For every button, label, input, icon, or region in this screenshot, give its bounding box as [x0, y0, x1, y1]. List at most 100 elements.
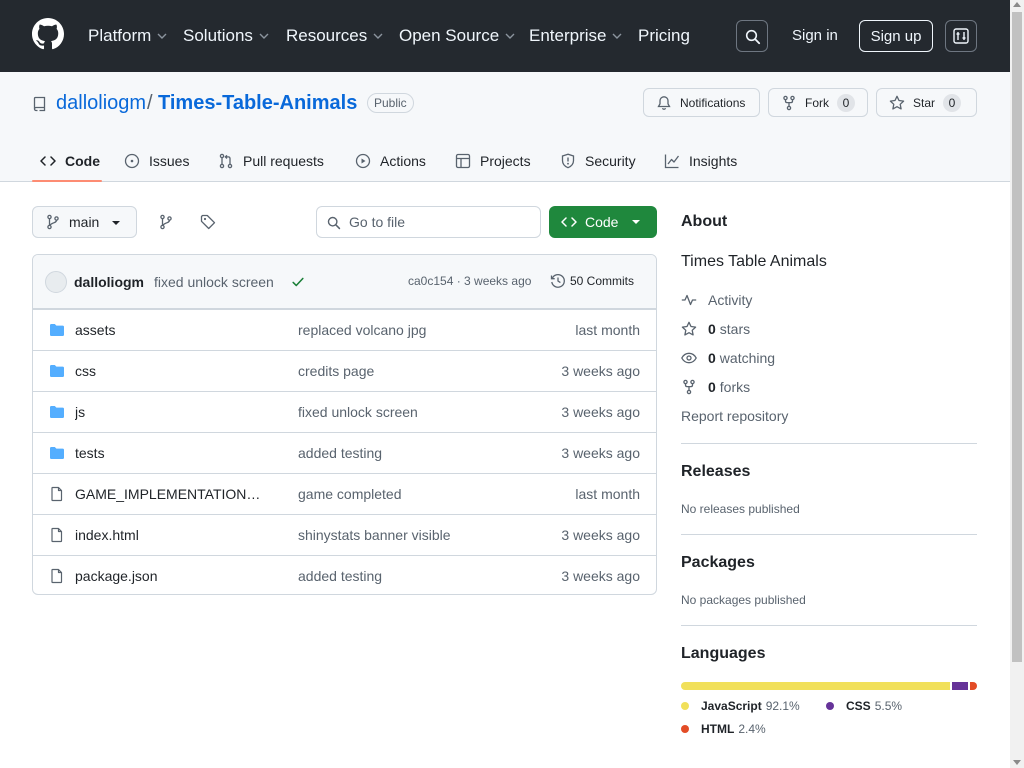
folder-icon-wrap	[49, 404, 65, 420]
file-commit-age: last month	[575, 322, 640, 338]
repo-name-link[interactable]: Times-Table-Animals	[158, 92, 357, 115]
scroll-down-arrow-icon[interactable]	[1013, 760, 1021, 765]
commit-message[interactable]: fixed unlock screen	[154, 274, 274, 290]
language-item[interactable]: JavaScript 92.1%	[681, 699, 800, 713]
watching-link[interactable]: 0 watching	[681, 350, 775, 366]
nav-solutions[interactable]: Solutions	[183, 26, 270, 46]
tab-insights[interactable]: Insights	[664, 140, 737, 182]
avatar[interactable]	[45, 271, 67, 293]
file-commit-message[interactable]: added testing	[298, 445, 382, 461]
sign-up-button[interactable]: Sign up	[859, 20, 933, 52]
forks-link[interactable]: 0 forks	[681, 379, 750, 395]
nav-platform[interactable]: Platform	[88, 26, 168, 46]
tab-security[interactable]: Security	[560, 140, 636, 182]
file-row[interactable]: tests added testing 3 weeks ago	[33, 432, 656, 473]
file-name[interactable]: css	[75, 363, 263, 379]
chevron-down-icon	[259, 33, 269, 39]
file-commit-message[interactable]: replaced volcano jpg	[298, 322, 426, 338]
file-name[interactable]: package.json	[75, 568, 263, 584]
file-row[interactable]: GAME_IMPLEMENTATION… game completed last m…	[33, 473, 656, 514]
file-commit-age: 3 weeks ago	[561, 445, 640, 461]
check-icon[interactable]	[291, 275, 305, 289]
notifications-button[interactable]: Notifications	[643, 88, 760, 117]
nav-open-source[interactable]: Open Source	[399, 26, 516, 46]
commit-hash-time[interactable]: ca0c154 · 3 weeks ago	[408, 274, 531, 288]
file-icon	[51, 568, 63, 584]
nav-pricing[interactable]: Pricing	[638, 26, 690, 46]
language-dot	[681, 725, 689, 733]
tag-icon	[200, 214, 216, 230]
table-icon	[455, 153, 471, 169]
folder-icon	[50, 324, 64, 336]
releases-empty-text: No releases published	[681, 502, 800, 516]
go-to-file-input[interactable]	[349, 213, 534, 231]
tab-pull-requests[interactable]: Pull requests	[218, 140, 324, 182]
star-icon	[681, 321, 697, 336]
forks-label: forks	[719, 379, 751, 395]
tab-label: Projects	[480, 153, 531, 169]
menu-button[interactable]	[945, 20, 977, 52]
releases-heading[interactable]: Releases	[681, 463, 750, 481]
tab-issues[interactable]: Issues	[124, 140, 189, 182]
star-button[interactable]: Star 0	[876, 88, 977, 117]
file-name[interactable]: tests	[75, 445, 263, 461]
commit-author[interactable]: dalloliogm	[74, 274, 144, 290]
scrollbar-thumb[interactable]	[1012, 12, 1022, 662]
file-row[interactable]: assets replaced volcano jpg last month	[33, 309, 656, 350]
page-scrollbar[interactable]	[1010, 0, 1024, 768]
visibility-badge: Public	[367, 93, 414, 113]
file-name[interactable]: js	[75, 404, 263, 420]
file-name[interactable]: GAME_IMPLEMENTATION…	[75, 486, 263, 502]
tab-label: Code	[65, 153, 100, 169]
branches-button[interactable]	[150, 206, 182, 238]
language-name: JavaScript	[701, 699, 762, 713]
file-commit-age: 3 weeks ago	[561, 363, 640, 379]
tab-projects[interactable]: Projects	[455, 140, 531, 182]
packages-heading[interactable]: Packages	[681, 554, 755, 572]
nav-resources[interactable]: Resources	[286, 26, 384, 46]
folder-icon-wrap	[49, 445, 65, 461]
fork-button[interactable]: Fork 0	[768, 88, 868, 117]
file-commit-message[interactable]: added testing	[298, 568, 382, 584]
tab-actions[interactable]: Actions	[355, 140, 426, 182]
watching-label: watching	[719, 350, 776, 366]
go-to-file[interactable]	[316, 206, 541, 238]
history-icon	[550, 274, 565, 288]
report-repository-link[interactable]: Report repository	[681, 408, 788, 424]
language-item[interactable]: CSS 5.5%	[826, 699, 902, 713]
code-button[interactable]: Code	[549, 206, 657, 238]
tab-code[interactable]: Code	[32, 140, 102, 182]
file-commit-message[interactable]: fixed unlock screen	[298, 404, 418, 420]
file-row[interactable]: js fixed unlock screen 3 weeks ago	[33, 391, 656, 432]
file-row[interactable]: css credits page 3 weeks ago	[33, 350, 656, 391]
file-commit-message[interactable]: game completed	[298, 486, 402, 502]
file-row[interactable]: package.json added testing 3 weeks ago	[33, 555, 656, 594]
activity-link[interactable]: Activity	[681, 292, 752, 308]
file-row[interactable]: index.html shinystats banner visible 3 wee…	[33, 514, 656, 555]
commits-link[interactable]: 50 Commits	[550, 273, 634, 289]
repo-owner-link[interactable]: dalloliogm	[56, 92, 146, 115]
sign-in-link[interactable]: Sign in	[792, 27, 838, 44]
github-logo-icon[interactable]	[32, 18, 64, 50]
search-button[interactable]	[736, 20, 768, 52]
file-name[interactable]: index.html	[75, 527, 263, 543]
nav-enterprise[interactable]: Enterprise	[529, 26, 623, 46]
language-item[interactable]: HTML 2.4%	[681, 722, 766, 736]
stars-count: 0	[708, 321, 716, 337]
file-commit-age: 3 weeks ago	[561, 527, 640, 543]
file-commit-message[interactable]: shinystats banner visible	[298, 527, 451, 543]
forks-count: 0	[708, 379, 716, 395]
file-commit-message[interactable]: credits page	[298, 363, 374, 379]
file-name[interactable]: assets	[75, 322, 263, 338]
nav-label: Solutions	[183, 26, 253, 45]
notifications-label: Notifications	[680, 95, 746, 110]
scroll-up-arrow-icon[interactable]	[1013, 2, 1021, 7]
branch-selector[interactable]: main	[32, 206, 137, 238]
stars-link[interactable]: 0 stars	[681, 321, 750, 337]
global-header: Platform Solutions Resources Open Source…	[0, 0, 1010, 72]
star-count: 0	[943, 93, 962, 112]
file-commit-age: last month	[575, 486, 640, 502]
divider	[681, 534, 977, 535]
tags-button[interactable]	[192, 206, 224, 238]
nav-label: Open Source	[399, 26, 500, 45]
